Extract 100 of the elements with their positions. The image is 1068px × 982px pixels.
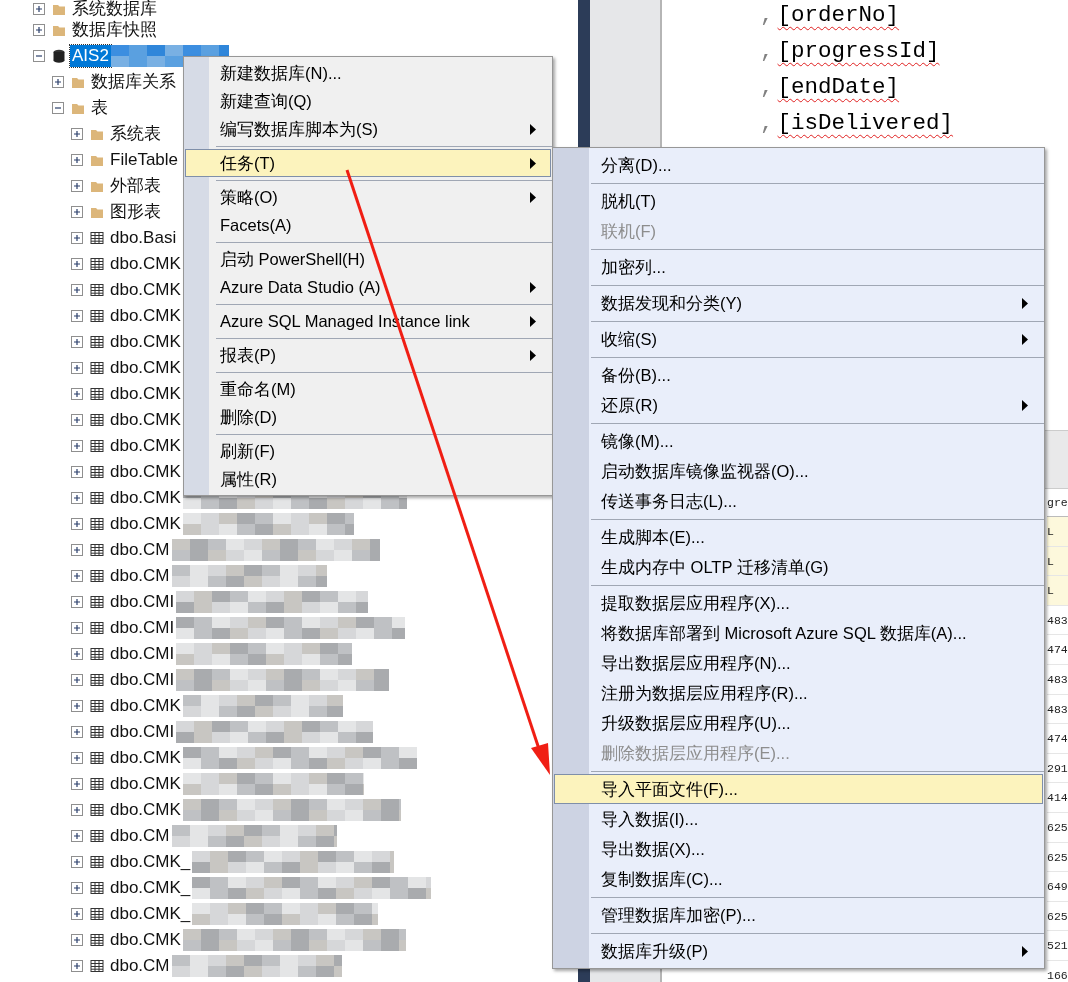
tree-item[interactable]: dbo.CM	[108, 539, 172, 561]
tree-item[interactable]: 外部表	[108, 175, 163, 197]
tree-item[interactable]: dbo.CMK	[108, 253, 183, 275]
menu-item[interactable]: 加密列...	[554, 252, 1043, 282]
menu-item[interactable]: 启动数据库镜像监视器(O)...	[554, 456, 1043, 486]
tree-item[interactable]: dbo.CMK	[108, 799, 183, 821]
tree-item[interactable]: dbo.CMK	[108, 461, 183, 483]
tree-item[interactable]: dbo.CMK	[108, 487, 183, 509]
expand-icon[interactable]	[71, 492, 83, 504]
expand-icon[interactable]	[71, 882, 83, 894]
expand-icon[interactable]	[71, 544, 83, 556]
tree-item[interactable]: dbo.CMK	[108, 435, 183, 457]
menu-item[interactable]: 删除(D)	[185, 403, 551, 431]
expand-icon[interactable]	[71, 596, 83, 608]
menu-item[interactable]: 分离(D)...	[554, 150, 1043, 180]
tree-item[interactable]: dbo.CMK_	[108, 903, 193, 925]
expand-icon[interactable]	[71, 128, 83, 140]
menu-item[interactable]: 升级数据层应用程序(U)...	[554, 708, 1043, 738]
tree-item[interactable]: dbo.CMI	[108, 721, 177, 743]
tree-item[interactable]: dbo.CMK	[108, 331, 183, 353]
tree-item[interactable]: dbo.CMK	[108, 305, 183, 327]
expand-icon[interactable]	[71, 648, 83, 660]
menu-item[interactable]: Azure Data Studio (A)	[185, 273, 551, 301]
tree-item[interactable]: dbo.CMK	[108, 773, 183, 795]
tree-item[interactable]: dbo.CMK	[108, 409, 183, 431]
tree-item[interactable]: dbo.CMK_	[108, 877, 193, 899]
expand-icon[interactable]	[71, 908, 83, 920]
tree-item[interactable]: dbo.CMK	[108, 383, 183, 405]
expand-icon[interactable]	[71, 518, 83, 530]
expand-icon[interactable]	[71, 856, 83, 868]
menu-item[interactable]: 导出数据(X)...	[554, 834, 1043, 864]
tree-item[interactable]: dbo.CMI	[108, 591, 177, 613]
menu-item[interactable]: 启动 PowerShell(H)	[185, 245, 551, 273]
collapse-icon[interactable]	[52, 102, 64, 114]
expand-icon[interactable]	[71, 960, 83, 972]
menu-item[interactable]: 属性(R)	[185, 465, 551, 493]
menu-item[interactable]: 数据库升级(P)	[554, 936, 1043, 966]
expand-icon[interactable]	[71, 570, 83, 582]
tree-item[interactable]: 数据库快照	[70, 19, 159, 41]
tree-item[interactable]: dbo.CMK	[108, 279, 183, 301]
expand-icon[interactable]	[33, 2, 45, 15]
expand-icon[interactable]	[71, 674, 83, 686]
menu-item[interactable]: 刷新(F)	[185, 437, 551, 465]
expand-icon[interactable]	[71, 726, 83, 738]
menu-item[interactable]: 导出数据层应用程序(N)...	[554, 648, 1043, 678]
tree-item[interactable]: dbo.CM	[108, 825, 172, 847]
expand-icon[interactable]	[52, 76, 64, 88]
tree-item[interactable]: dbo.CMK	[108, 513, 183, 535]
tree-item[interactable]: 系统表	[108, 123, 163, 145]
expand-icon[interactable]	[71, 232, 83, 244]
menu-item[interactable]: 导入平面文件(F)...	[554, 774, 1043, 804]
expand-icon[interactable]	[71, 804, 83, 816]
menu-item[interactable]: 数据发现和分类(Y)	[554, 288, 1043, 318]
tree-item[interactable]: dbo.CMI	[108, 643, 177, 665]
menu-item[interactable]: 生成脚本(E)...	[554, 522, 1043, 552]
menu-item[interactable]: 编写数据库脚本为(S)	[185, 115, 551, 143]
menu-item[interactable]: Facets(A)	[185, 211, 551, 239]
menu-item[interactable]: 导入数据(I)...	[554, 804, 1043, 834]
menu-item[interactable]: 将数据库部署到 Microsoft Azure SQL 数据库(A)...	[554, 618, 1043, 648]
expand-icon[interactable]	[71, 258, 83, 270]
tree-item[interactable]: dbo.CMK	[108, 929, 183, 951]
expand-icon[interactable]	[71, 440, 83, 452]
expand-icon[interactable]	[71, 206, 83, 218]
expand-icon[interactable]	[71, 752, 83, 764]
tree-item[interactable]: dbo.CMK	[108, 357, 183, 379]
menu-item[interactable]: 任务(T)	[185, 149, 551, 177]
expand-icon[interactable]	[71, 310, 83, 322]
tree-item[interactable]: dbo.CMI	[108, 617, 177, 639]
tree-item[interactable]: AIS2	[70, 45, 111, 67]
tree-item[interactable]: dbo.Basi	[108, 227, 179, 249]
expand-icon[interactable]	[71, 414, 83, 426]
menu-item[interactable]: 传送事务日志(L)...	[554, 486, 1043, 516]
tree-item[interactable]: 数据库关系	[89, 71, 178, 93]
tree-item[interactable]: dbo.CM	[108, 565, 172, 587]
menu-item[interactable]: 生成内存中 OLTP 迁移清单(G)	[554, 552, 1043, 582]
menu-item[interactable]: 新建数据库(N)...	[185, 59, 551, 87]
menu-item[interactable]: 脱机(T)	[554, 186, 1043, 216]
expand-icon[interactable]	[71, 700, 83, 712]
expand-icon[interactable]	[71, 362, 83, 374]
expand-icon[interactable]	[71, 180, 83, 192]
expand-icon[interactable]	[71, 622, 83, 634]
tree-item[interactable]: 图形表	[108, 201, 163, 223]
menu-item[interactable]: 备份(B)...	[554, 360, 1043, 390]
menu-item[interactable]: 新建查询(Q)	[185, 87, 551, 115]
expand-icon[interactable]	[71, 778, 83, 790]
tree-item[interactable]: dbo.CM	[108, 955, 172, 977]
menu-item[interactable]: 复制数据库(C)...	[554, 864, 1043, 894]
expand-icon[interactable]	[71, 388, 83, 400]
menu-item[interactable]: 报表(P)	[185, 341, 551, 369]
expand-icon[interactable]	[33, 24, 45, 36]
tree-item[interactable]: 表	[89, 97, 110, 119]
expand-icon[interactable]	[71, 284, 83, 296]
tree-item[interactable]: dbo.CMI	[108, 669, 177, 691]
tree-item[interactable]: dbo.CMK	[108, 747, 183, 769]
menu-item[interactable]: 重命名(M)	[185, 375, 551, 403]
menu-item[interactable]: 还原(R)	[554, 390, 1043, 420]
menu-item[interactable]: 注册为数据层应用程序(R)...	[554, 678, 1043, 708]
expand-icon[interactable]	[71, 934, 83, 946]
expand-icon[interactable]	[71, 466, 83, 478]
collapse-icon[interactable]	[33, 50, 45, 62]
